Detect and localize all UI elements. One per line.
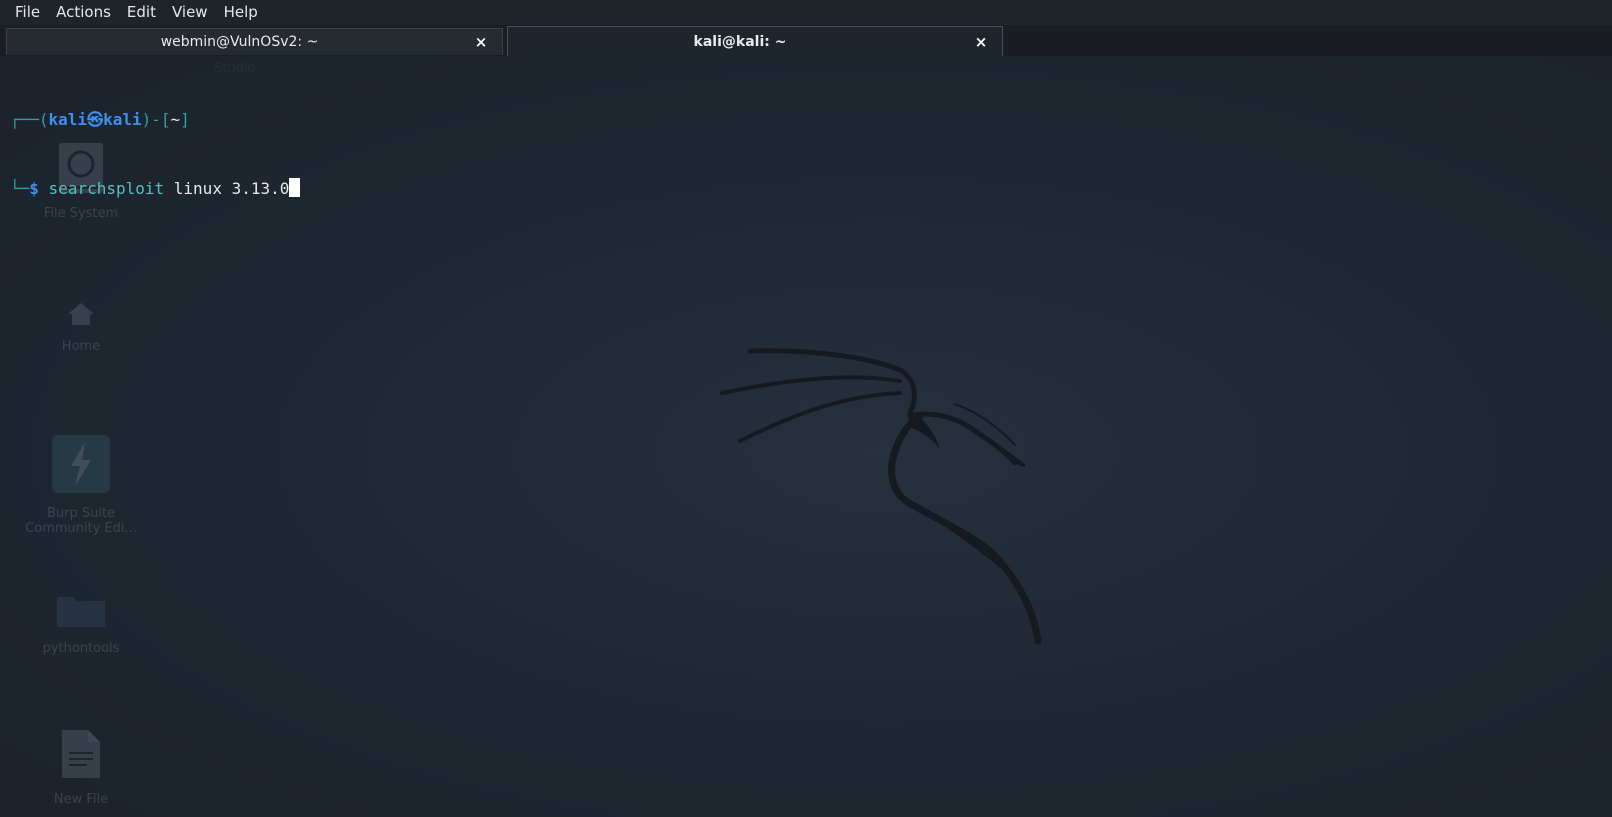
prompt-frame: └─ bbox=[10, 179, 30, 198]
terminal-view[interactable]: Studio File System Home Burp Suite Commu… bbox=[0, 56, 1612, 817]
home-icon bbox=[68, 303, 94, 325]
prompt-host: kali bbox=[103, 110, 142, 129]
desktop-icon-new-file: New File bbox=[6, 728, 156, 807]
command-name: searchsploit bbox=[48, 179, 165, 198]
desktop-icon-label: Home bbox=[61, 339, 101, 354]
desktop-icon-burp: Burp Suite Community Edi... bbox=[6, 434, 156, 536]
text-cursor bbox=[289, 178, 301, 197]
desktop-icon-label: Burp Suite Community Edi... bbox=[25, 506, 137, 536]
tab-bar: webmin@VulnOSv2: ~ × kali@kali: ~ × bbox=[0, 25, 1612, 56]
terminal-output: ┌──(kali㉿kali)-[~] └─$ searchsploit linu… bbox=[10, 62, 301, 246]
menu-help[interactable]: Help bbox=[216, 0, 266, 25]
tab-title: webmin@VulnOSv2: ~ bbox=[160, 34, 319, 50]
prompt-line: ┌──(kali㉿kali)-[~] bbox=[10, 108, 300, 131]
folder-icon bbox=[57, 597, 105, 627]
desktop-icon-pythontools: pythontools bbox=[6, 591, 156, 656]
prompt-user: kali bbox=[48, 110, 88, 129]
desktop-icon-label: New File bbox=[53, 792, 109, 807]
desktop-icon-label: pythontools bbox=[42, 641, 120, 656]
menu-actions[interactable]: Actions bbox=[48, 0, 119, 25]
close-icon[interactable]: × bbox=[972, 33, 990, 51]
command-args: linux 3.13.0 bbox=[173, 179, 290, 198]
menu-edit[interactable]: Edit bbox=[119, 0, 164, 25]
prompt-dollar: $ bbox=[29, 179, 39, 198]
prompt-frame: )-[ bbox=[141, 110, 171, 129]
file-icon bbox=[62, 730, 100, 778]
tab-title: kali@kali: ~ bbox=[693, 33, 787, 50]
menu-file[interactable]: File bbox=[0, 0, 48, 25]
menu-bar: File Actions Edit View Help bbox=[0, 0, 1612, 25]
close-icon[interactable]: × bbox=[472, 33, 490, 51]
prompt-frame: ┌──( bbox=[10, 110, 49, 129]
prompt-cwd: ~ bbox=[170, 110, 181, 129]
burp-icon bbox=[52, 435, 110, 493]
tab-kali-kali[interactable]: kali@kali: ~ × bbox=[507, 26, 1003, 56]
prompt-frame: ] bbox=[180, 110, 190, 129]
command-line[interactable]: └─$ searchsploit linux 3.13.0 bbox=[10, 177, 301, 200]
tab-webmin-vulnosv2[interactable]: webmin@VulnOSv2: ~ × bbox=[6, 28, 503, 55]
kali-dragon-logo bbox=[720, 348, 1042, 645]
desktop-icon-home: Home bbox=[6, 301, 156, 354]
prompt-at-symbol: ㉿ bbox=[87, 110, 104, 129]
menu-view[interactable]: View bbox=[164, 0, 216, 25]
